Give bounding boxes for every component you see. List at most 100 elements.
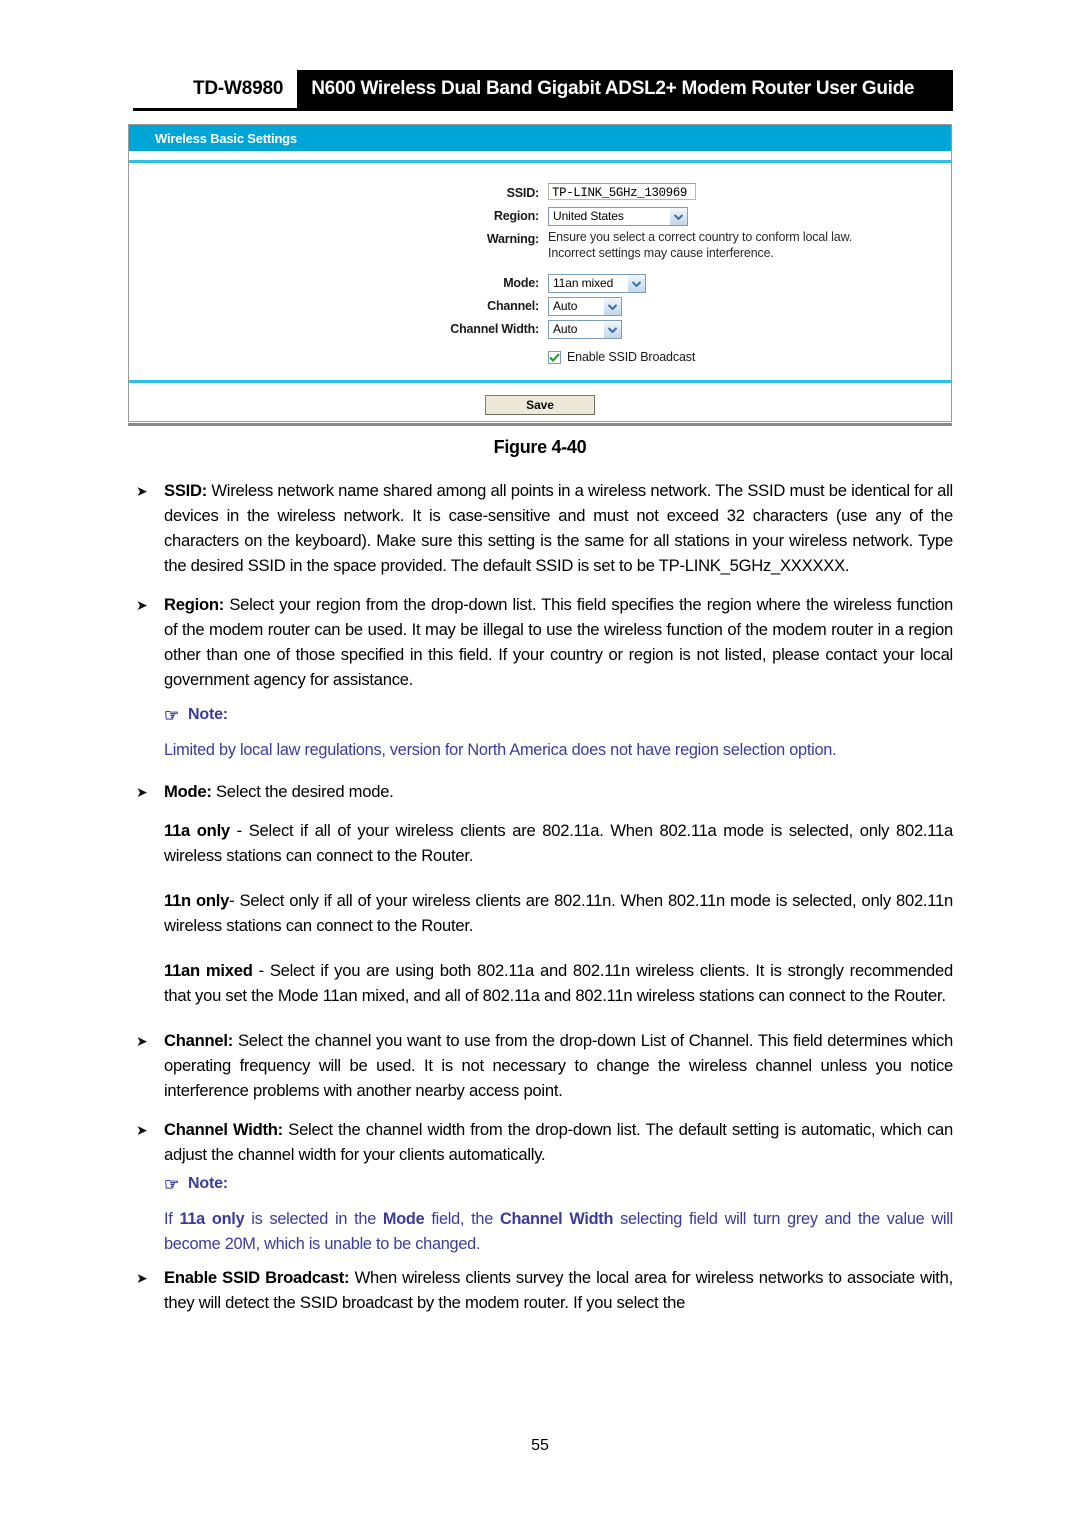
document-running-header: TD-W8980 N600 Wireless Dual Band Gigabit… [133,70,953,114]
note2-mid-1: is selected in the [244,1210,383,1228]
mode-11an-body: - Select if you are using both 802.11a a… [164,961,953,1005]
note2-bold-3: Channel Width [499,1210,614,1228]
channel-label: Channel: [487,299,539,313]
bullet-arrow-icon: ➤ [136,1033,148,1049]
bullet-arrow-icon: ➤ [136,1122,148,1138]
mode-11an-term: 11an mixed [164,961,253,980]
note-body-channel-width: If 11a only is selected in the Mode fiel… [164,1207,953,1257]
panel-bottom-rule [128,423,952,426]
enable-ssid-broadcast-row[interactable]: Enable SSID Broadcast [129,350,951,364]
bullet-arrow-icon: ➤ [136,597,148,613]
channel-row: Channel: Auto [129,296,951,317]
warning-line-1: Ensure you select a correct country to c… [548,230,853,244]
save-button-zone: Save [129,383,951,421]
note-heading: ☞ Note: [164,706,953,724]
channel-width-field-cell: Auto [548,319,951,340]
channel-width-body: Select the channel width from the drop-d… [164,1120,953,1164]
note-block-channel-width: ☞ Note: If 11a only is selected in the M… [164,1175,953,1257]
channel-width-description-paragraph: ➤ Channel Width: Select the channel width… [133,1117,953,1167]
note-heading: ☞ Note: [164,1175,953,1193]
note-heading-label: Note: [188,706,228,723]
enable-ssid-broadcast-checkbox[interactable] [548,350,561,364]
ssid-body: Wireless network name shared among all p… [164,481,953,575]
mode-row: Mode: 11an mixed [129,273,951,294]
pointing-hand-icon: ☞ [164,705,180,725]
channel-width-select-value: Auto [553,322,578,337]
checkmark-icon [549,352,560,362]
ssid-row: SSID: TP-LINK_5GHz_130969 [129,183,951,204]
warning-label: Warning: [486,232,539,246]
mode-select[interactable]: 11an mixed [548,274,646,294]
ssid-label: SSID: [506,186,540,200]
mode-11a-term: 11a only [164,821,230,840]
wireless-basic-settings-panel: Wireless Basic Settings SSID: TP-LINK_5G… [128,124,952,422]
warning-row: Warning: Ensure you select a correct cou… [129,229,951,261]
channel-width-term: Channel Width: [164,1120,283,1139]
ssid-term: SSID: [164,481,208,500]
note2-prefix: If [164,1210,180,1228]
enable-ssid-broadcast-label: Enable SSID Broadcast [567,350,696,364]
mode-11an-paragraph: 11an mixed - Select if you are using bot… [133,958,953,1008]
warning-field-cell: Ensure you select a correct country to c… [548,229,951,261]
note2-mid-2: field, the [424,1210,500,1228]
mode-11n-paragraph: 11n only- Select only if all of your wir… [133,888,953,938]
region-select[interactable]: United States [548,207,688,227]
channel-width-select[interactable]: Auto [548,320,622,340]
broadcast-description-paragraph: ➤ Enable SSID Broadcast: When wireless cl… [133,1265,953,1315]
save-button[interactable]: Save [485,395,595,415]
channel-term: Channel: [164,1031,233,1050]
bullet-arrow-icon: ➤ [136,483,148,499]
mode-label: Mode: [503,276,539,290]
note-block-region: ☞ Note: Limited by local law regulations… [164,706,953,763]
chevron-down-icon [603,298,621,316]
channel-field-cell: Auto [548,296,951,317]
panel-title-gap [129,151,951,160]
mode-description-paragraph: ➤ Mode: Select the desired mode. [133,779,953,804]
warning-line-2: Incorrect settings may cause interferenc… [548,246,774,260]
ssid-input[interactable]: TP-LINK_5GHz_130969 [548,183,696,200]
note2-bold-1: 11a only [179,1210,245,1228]
chevron-down-icon [669,208,687,226]
channel-width-row: Channel Width: Auto [129,319,951,340]
note2-bold-2: Mode [382,1210,425,1228]
page-number: 55 [531,1437,549,1454]
ssid-description-paragraph: ➤ SSID: Wireless network name shared amon… [133,478,953,578]
mode-field-cell: 11an mixed [548,273,951,294]
mode-select-value: 11an mixed [553,276,614,291]
mode-11a-body: - Select if all of your wireless clients… [164,821,953,865]
mode-11a-paragraph: 11a only - Select if all of your wireles… [133,818,953,868]
bullet-arrow-icon: ➤ [136,784,148,800]
mode-11n-term: 11n only [164,891,230,910]
header-model-name: TD-W8980 [193,78,284,99]
note-heading-label: Note: [188,1175,228,1192]
channel-description-paragraph: ➤ Channel: Select the channel you want to… [133,1028,953,1103]
region-select-value: United States [553,209,624,224]
mode-body: Select the desired mode. [211,782,394,801]
figure-caption: Figure 4-40 [493,437,587,457]
bullet-arrow-icon: ➤ [136,1270,148,1286]
region-row: Region: United States [129,206,951,227]
mode-11n-body: - Select only if all of your wireless cl… [164,891,953,935]
chevron-down-icon [603,321,621,339]
note-body-region: Limited by local law regulations, versio… [164,741,837,759]
chevron-down-icon [627,275,645,293]
region-description-paragraph: ➤ Region: Select your region from the dro… [133,592,953,692]
region-term: Region: [164,595,225,614]
channel-body: Select the channel you want to use from … [164,1031,953,1100]
panel-title: Wireless Basic Settings [129,125,951,151]
channel-select[interactable]: Auto [548,297,622,317]
region-field-cell: United States [548,206,951,227]
mode-term: Mode: [164,782,212,801]
header-product-title: N600 Wireless Dual Band Gigabit ADSL2+ M… [297,70,953,108]
region-body: Select your region from the drop-down li… [164,595,953,689]
pointing-hand-icon: ☞ [164,1174,180,1194]
panel-form-body: SSID: TP-LINK_5GHz_130969 Region: United… [129,163,951,380]
page-content: ➤ SSID: Wireless network name shared amon… [133,478,953,1329]
ssid-field-cell: TP-LINK_5GHz_130969 [548,183,951,200]
channel-select-value: Auto [553,299,578,314]
broadcast-term: Enable SSID Broadcast: [164,1268,350,1287]
channel-width-label: Channel Width: [450,322,539,336]
header-rule [133,108,953,111]
region-label: Region: [493,209,539,223]
form-spacer [129,263,951,273]
